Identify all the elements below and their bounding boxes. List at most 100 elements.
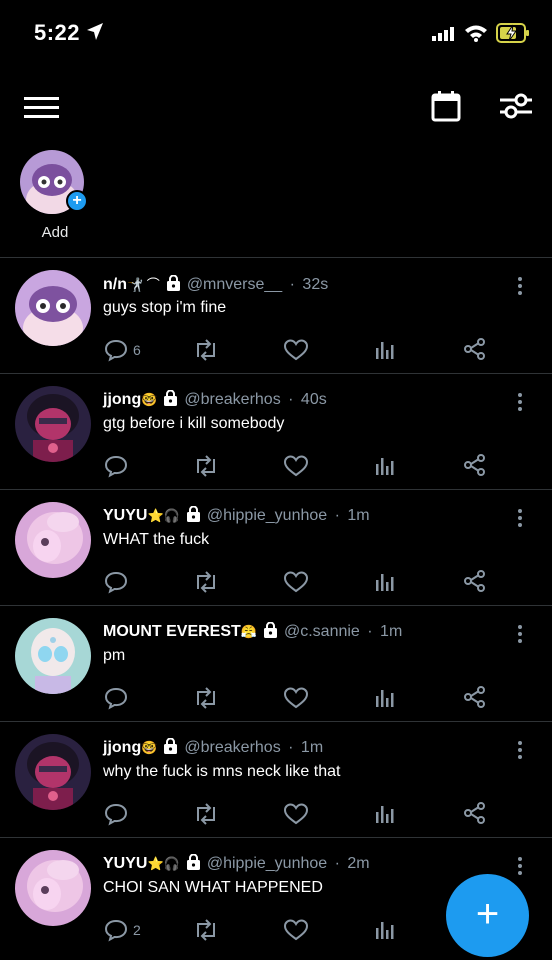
avatar-image (15, 850, 91, 926)
stats-icon[interactable] (374, 338, 396, 365)
retweet-icon[interactable] (192, 918, 220, 947)
stats-icon[interactable] (374, 686, 396, 713)
post-header: jjong🤓 @breakerhos · 1m (103, 737, 324, 759)
hamburger-menu-icon[interactable] (24, 96, 60, 120)
share-icon[interactable] (463, 454, 487, 481)
name-emoji: 🤺 ⌒ (127, 277, 160, 292)
author-avatar[interactable] (15, 502, 91, 578)
post-row[interactable]: MOUNT EVEREST😤 @c.sannie · 1m pm (0, 605, 552, 722)
more-options-icon[interactable] (516, 392, 524, 417)
name-emoji: 🤓 (141, 740, 158, 755)
retweet-icon[interactable] (192, 338, 220, 367)
retweet-icon[interactable] (192, 686, 220, 715)
author-name[interactable]: n/n (103, 276, 127, 293)
lock-icon (163, 389, 178, 411)
author-avatar[interactable] (15, 734, 91, 810)
reply-count: 6 (133, 342, 141, 358)
lock-icon (166, 274, 181, 296)
post-text: guys stop i'm fine (103, 299, 227, 316)
post-header: YUYU⭐🎧 @hippie_yunhoe · 1m (103, 505, 370, 527)
name-emoji: 😤 (240, 624, 257, 639)
reply-icon[interactable] (104, 918, 128, 947)
retweet-icon[interactable] (192, 570, 220, 599)
avatar-image (15, 734, 91, 810)
share-icon[interactable] (463, 338, 487, 365)
like-icon[interactable] (283, 918, 309, 947)
dot-separator: · (283, 739, 298, 756)
post-row[interactable]: YUYU⭐🎧 @hippie_yunhoe · 1m WHAT the fuck (0, 489, 552, 606)
more-options-icon[interactable] (516, 508, 524, 533)
author-name[interactable]: MOUNT EVEREST (103, 623, 241, 640)
reply-icon[interactable] (104, 570, 128, 599)
share-icon[interactable] (463, 802, 487, 829)
post-header: n/n🤺 ⌒ @mnverse__ · 32s (103, 274, 328, 296)
author-avatar[interactable] (15, 270, 91, 346)
post-text: CHOI SAN WHAT HAPPENED (103, 879, 323, 896)
like-icon[interactable] (283, 570, 309, 599)
reply-icon[interactable] (104, 454, 128, 483)
avatar-image (15, 618, 91, 694)
stats-icon[interactable] (374, 802, 396, 829)
retweet-icon[interactable] (192, 454, 220, 483)
author-name[interactable]: YUYU (103, 507, 147, 524)
lock-icon (263, 621, 278, 643)
reply-icon[interactable] (104, 686, 128, 715)
author-handle: @hippie_yunhoe (206, 855, 328, 872)
post-row[interactable]: n/n🤺 ⌒ @mnverse__ · 32s guys stop i'm fine… (0, 257, 552, 374)
stats-icon[interactable] (374, 918, 396, 945)
author-avatar[interactable] (15, 618, 91, 694)
dot-separator: · (283, 391, 298, 408)
calendar-icon[interactable] (431, 90, 461, 122)
author-name[interactable]: jjong (103, 391, 141, 408)
add-plus-icon: + (66, 190, 88, 212)
add-story-label: Add (41, 224, 69, 241)
retweet-icon[interactable] (192, 802, 220, 831)
avatar-image (15, 502, 91, 578)
reply-count: 2 (133, 922, 141, 938)
wifi-icon (465, 25, 487, 42)
like-icon[interactable] (283, 802, 309, 831)
author-name[interactable]: YUYU (103, 855, 147, 872)
like-icon[interactable] (283, 686, 309, 715)
post-text: pm (103, 647, 126, 664)
author-avatar[interactable] (15, 386, 91, 462)
like-icon[interactable] (283, 454, 309, 483)
post-row[interactable]: jjong🤓 @breakerhos · 1m why the fuck is mn… (0, 721, 552, 838)
author-handle: @mnverse__ (186, 276, 283, 293)
battery-charging-icon (496, 23, 529, 43)
status-bar: 5:22 (0, 0, 552, 68)
more-options-icon[interactable] (516, 856, 524, 881)
post-header: YUYU⭐🎧 @hippie_yunhoe · 2m (103, 853, 370, 875)
author-handle: @hippie_yunhoe (206, 507, 328, 524)
post-time: 1m (300, 739, 324, 756)
filter-sliders-icon[interactable] (499, 90, 533, 122)
post-time: 1m (347, 507, 370, 524)
post-text: WHAT the fuck (103, 531, 210, 548)
add-story-button[interactable]: + Add (20, 150, 90, 241)
author-name[interactable]: jjong (103, 739, 141, 756)
dot-separator: · (330, 507, 345, 524)
more-options-icon[interactable] (516, 740, 524, 765)
share-icon[interactable] (463, 570, 487, 597)
like-icon[interactable] (283, 338, 309, 367)
avatar-image (15, 386, 91, 462)
lock-icon (186, 853, 201, 875)
stats-icon[interactable] (374, 570, 396, 597)
post-time: 2m (347, 855, 370, 872)
author-avatar[interactable] (15, 850, 91, 926)
name-emoji: ⭐🎧 (147, 856, 180, 871)
post-header: jjong🤓 @breakerhos · 40s (103, 389, 327, 411)
post-time: 32s (302, 276, 329, 293)
share-icon[interactable] (463, 686, 487, 713)
post-text: gtg before i kill somebody (103, 415, 285, 432)
name-emoji: 🤓 (141, 392, 158, 407)
reply-icon[interactable] (104, 802, 128, 831)
author-handle: @c.sannie (283, 623, 360, 640)
post-time: 1m (380, 623, 403, 640)
more-options-icon[interactable] (516, 276, 524, 301)
compose-button[interactable]: + (446, 874, 529, 957)
reply-icon[interactable] (104, 338, 128, 367)
post-row[interactable]: jjong🤓 @breakerhos · 40s gtg before i kill… (0, 373, 552, 490)
stats-icon[interactable] (374, 454, 396, 481)
more-options-icon[interactable] (516, 624, 524, 649)
